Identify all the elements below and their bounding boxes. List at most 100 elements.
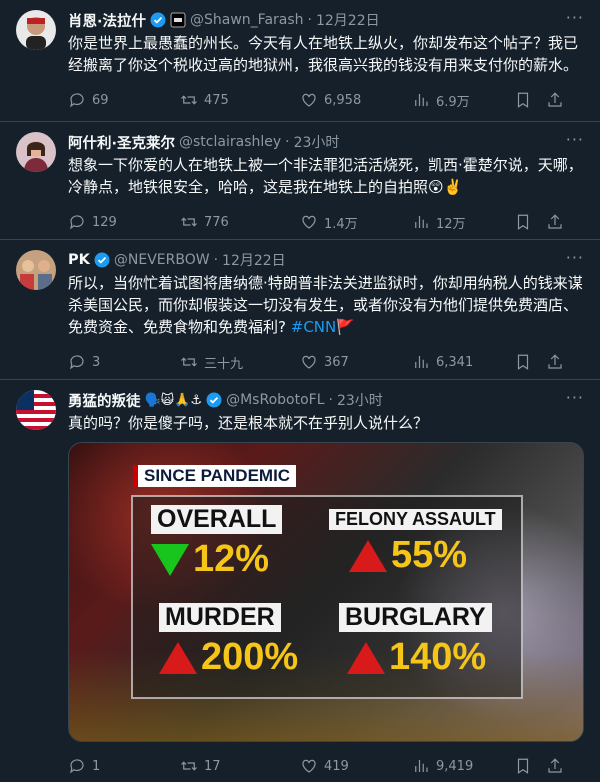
reply-icon (70, 759, 84, 774)
reply-count: 129 (92, 214, 117, 230)
view-count: 9,419 (436, 758, 474, 774)
retweet-count: 475 (204, 92, 229, 108)
heart-icon (302, 93, 316, 107)
like-button[interactable]: 419 (300, 757, 412, 775)
timestamp[interactable]: 12月22日 (222, 250, 286, 270)
heart-icon (302, 215, 316, 229)
tweet[interactable]: PK @NEVERBOW · 12月22日 ··· 所以，当你忙着试图将唐纳德·… (0, 240, 600, 380)
tweet[interactable]: 勇猛的叛徒 🗣️🙀🙏⚓ @MsRobotoFL · 23小时 ··· 真的吗？你… (0, 380, 600, 782)
share-button[interactable] (546, 91, 564, 109)
view-count: 6,341 (436, 354, 474, 370)
views-button[interactable]: 12万 (412, 213, 508, 232)
stat-value: 140% (389, 636, 487, 678)
bookmark-button[interactable] (514, 213, 532, 231)
author-name[interactable]: 勇猛的叛徒 (68, 390, 141, 411)
stat-value: 12% (193, 538, 270, 580)
share-button[interactable] (546, 757, 564, 775)
like-button[interactable]: 1.4万 (300, 213, 412, 232)
retweet-count: 17 (204, 758, 221, 774)
views-icon (415, 760, 428, 772)
author-name[interactable]: PK (68, 252, 90, 268)
bookmark-button[interactable] (514, 757, 532, 775)
reply-icon (70, 215, 84, 230)
timestamp[interactable]: 23小时 (294, 132, 340, 152)
stat-label: OVERALL (151, 505, 283, 534)
like-button[interactable]: 6,958 (300, 91, 412, 109)
stat-label: MURDER (159, 603, 281, 632)
author-handle[interactable]: @Shawn_Farash (190, 12, 304, 28)
tweet-text: 所以，当你忙着试图将唐纳德·特朗普非法关进监狱时，你却用纳税人的钱来谋杀美国公民… (68, 272, 584, 338)
share-icon (548, 214, 562, 229)
like-button[interactable]: 367 (300, 353, 412, 371)
like-count: 367 (324, 354, 349, 370)
reply-icon (70, 93, 84, 108)
tweet-text: 你是世界上最愚蠢的州长。今天有人在地铁上纵火，你却发布这个帖子？我已经搬离了你这… (68, 34, 579, 74)
share-button[interactable] (546, 353, 564, 371)
flag-emoji: 🚩 (336, 318, 355, 336)
affiliate-badge-icon (170, 12, 186, 28)
timestamp[interactable]: 23小时 (337, 390, 383, 410)
bookmark-icon (517, 92, 529, 108)
separator-dot: · (213, 252, 219, 268)
tweet[interactable]: 阿什利·圣克莱尔 @stclairashley · 23小时 ··· 想象一下你… (0, 122, 600, 240)
reply-button[interactable]: 129 (68, 213, 180, 231)
view-count: 12万 (436, 216, 466, 232)
timestamp[interactable]: 12月22日 (316, 10, 380, 30)
views-button[interactable]: 6,341 (412, 353, 508, 371)
author-name[interactable]: 肖恩·法拉什 (68, 10, 146, 31)
more-options-icon[interactable]: ··· (566, 8, 584, 27)
retweet-icon (181, 217, 197, 227)
stat-felony-assault: FELONY ASSAULT 55% (329, 509, 502, 577)
avatar[interactable] (16, 390, 56, 430)
retweet-count: 776 (204, 214, 229, 230)
bookmark-button[interactable] (514, 353, 532, 371)
heart-icon (302, 759, 316, 773)
verified-badge-icon (206, 392, 222, 408)
tweet[interactable]: 肖恩·法拉什 @Shawn_Farash · 12月22日 ··· 你是世界上最… (0, 0, 600, 122)
share-icon (548, 92, 562, 107)
retweet-button[interactable]: 475 (180, 91, 300, 109)
avatar[interactable] (16, 10, 56, 50)
author-handle[interactable]: @MsRobotoFL (226, 392, 324, 408)
more-options-icon[interactable]: ··· (566, 388, 584, 407)
stat-value: 55% (391, 534, 468, 576)
retweet-count: 三十九 (204, 356, 244, 372)
reply-button[interactable]: 69 (68, 91, 180, 109)
bookmark-icon (517, 354, 529, 370)
up-arrow-icon (349, 539, 387, 572)
tweet-text: 真的吗？你是傻子吗，还是根本就不在乎别人说什么？ (68, 414, 429, 432)
views-icon (415, 356, 428, 368)
author-name[interactable]: 阿什利·圣克莱尔 (68, 132, 175, 153)
media-image[interactable]: SINCE PANDEMIC OVERALL 12% FELONY ASSAUL… (68, 442, 584, 742)
verified-badge-icon (150, 12, 166, 28)
share-icon (548, 354, 562, 369)
separator-dot: · (328, 392, 333, 408)
up-arrow-icon (159, 641, 197, 674)
retweet-button[interactable]: 776 (180, 213, 300, 231)
avatar[interactable] (16, 250, 56, 290)
stat-overall: OVERALL 12% (151, 505, 283, 581)
stat-value: 200% (201, 636, 299, 678)
views-button[interactable]: 9,419 (412, 757, 508, 775)
share-button[interactable] (546, 213, 564, 231)
avatar[interactable] (16, 132, 56, 172)
bookmark-button[interactable] (514, 91, 532, 109)
reply-count: 69 (92, 92, 109, 108)
like-count: 6,958 (324, 92, 362, 108)
retweet-button[interactable]: 三十九 (180, 353, 300, 372)
verified-badge-icon (94, 252, 110, 268)
more-options-icon[interactable]: ··· (566, 130, 584, 149)
name-emoji: 🗣️🙀🙏⚓ (144, 392, 203, 408)
reply-button[interactable]: 1 (68, 757, 180, 775)
views-button[interactable]: 6.9万 (412, 91, 508, 110)
retweet-button[interactable]: 17 (180, 757, 300, 775)
author-handle[interactable]: @NEVERBOW (114, 252, 210, 268)
reply-button[interactable]: 3 (68, 353, 180, 371)
retweet-icon (181, 357, 197, 367)
more-options-icon[interactable]: ··· (566, 248, 584, 267)
author-handle[interactable]: @stclairashley (179, 134, 281, 150)
hashtag-link[interactable]: #CNN (291, 318, 336, 336)
views-icon (415, 94, 428, 106)
view-count: 6.9万 (436, 94, 470, 110)
share-icon (548, 758, 562, 773)
